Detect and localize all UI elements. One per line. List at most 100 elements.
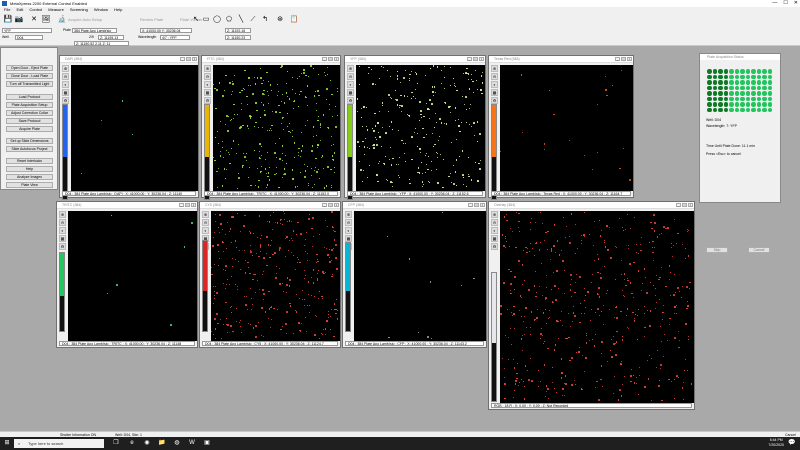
plate-well[interactable] bbox=[723, 80, 728, 85]
zoom-out-icon[interactable]: ⊖ bbox=[491, 73, 498, 80]
plate-well[interactable] bbox=[707, 91, 712, 96]
plate-well[interactable] bbox=[756, 91, 761, 96]
acquire-plate-button[interactable]: Acquire Plate bbox=[6, 126, 53, 132]
zoom-in-icon[interactable]: ⊕ bbox=[202, 211, 209, 218]
plate-well[interactable] bbox=[745, 102, 750, 107]
lut-slider[interactable] bbox=[204, 104, 210, 200]
transmitted-light-button[interactable]: Turn off Transmitted Light bbox=[6, 81, 53, 87]
plate-well[interactable] bbox=[767, 102, 772, 107]
plate-well[interactable] bbox=[712, 91, 717, 96]
plate-well[interactable] bbox=[751, 107, 756, 112]
image-canvas[interactable] bbox=[500, 65, 633, 191]
image-window[interactable]: YFP (384) _ □ × ⊕ ⊖ ◐ ▦ ⚙ D04 : 384 Plate Apo Lam… bbox=[344, 55, 486, 200]
reset-interlocks-button[interactable]: Reset Interlocks bbox=[6, 158, 53, 164]
plate-view-button[interactable]: Plate View bbox=[6, 182, 53, 188]
image-window[interactable]: Overlay (384) _ □ × ⊕ ⊖ ◐ ▦ ⚙ RGB : 18 R : X: 0.0… bbox=[488, 201, 695, 410]
plate-well[interactable] bbox=[756, 96, 761, 101]
lut-slider[interactable] bbox=[347, 104, 353, 200]
plate-well[interactable] bbox=[729, 91, 734, 96]
zoom-in-icon[interactable]: ⊕ bbox=[491, 65, 498, 72]
plate-well[interactable] bbox=[729, 69, 734, 74]
load-protocol-button[interactable]: Load Protocol bbox=[6, 94, 53, 100]
color-icon[interactable]: ◐ bbox=[347, 81, 354, 88]
analyze-images-button[interactable]: Analyze Images bbox=[6, 174, 53, 180]
plate-well[interactable] bbox=[707, 85, 712, 90]
chrome-icon[interactable]: ◍ bbox=[173, 439, 181, 447]
lut-slider[interactable] bbox=[62, 104, 68, 200]
display-icon[interactable]: ⚙ bbox=[204, 97, 211, 104]
plate-well[interactable] bbox=[723, 91, 728, 96]
plate-well[interactable] bbox=[740, 80, 745, 85]
zoom-in-icon[interactable]: ⊕ bbox=[204, 65, 211, 72]
color-icon[interactable]: ◐ bbox=[491, 81, 498, 88]
plate-well[interactable] bbox=[740, 85, 745, 90]
plate-well[interactable] bbox=[718, 91, 723, 96]
plate-well[interactable] bbox=[712, 80, 717, 85]
image-window-title[interactable]: Texas Red (384) bbox=[489, 56, 633, 63]
task-view-icon[interactable]: ❐ bbox=[112, 439, 120, 447]
minimize-icon[interactable]: _ bbox=[322, 203, 327, 207]
color-icon[interactable]: ◐ bbox=[491, 227, 498, 234]
image-canvas[interactable] bbox=[68, 211, 197, 341]
plate-well[interactable] bbox=[718, 74, 723, 79]
plate-well[interactable] bbox=[723, 96, 728, 101]
plate-well[interactable] bbox=[723, 69, 728, 74]
plate-well[interactable] bbox=[767, 85, 772, 90]
slide-dimensions-button[interactable]: Set up Slide Dimensions bbox=[6, 138, 53, 144]
notifications-icon[interactable]: 💬 bbox=[788, 439, 796, 447]
open-door-button[interactable]: Open Door - Eject Plate bbox=[6, 65, 53, 71]
display-icon[interactable]: ⚙ bbox=[491, 97, 498, 104]
close-icon[interactable]: × bbox=[191, 203, 196, 207]
minimize-icon[interactable]: _ bbox=[179, 203, 184, 207]
region-icon[interactable]: ⊛ bbox=[276, 15, 284, 24]
zoom-in-icon[interactable]: ⊕ bbox=[62, 65, 69, 72]
minimize-icon[interactable]: _ bbox=[322, 57, 327, 61]
zoom-in-icon[interactable]: ⊕ bbox=[59, 211, 66, 218]
plate-well[interactable] bbox=[734, 102, 739, 107]
plate-well[interactable] bbox=[734, 69, 739, 74]
display-icon[interactable]: ⚙ bbox=[62, 97, 69, 104]
plate-well[interactable] bbox=[734, 74, 739, 79]
plate-well[interactable] bbox=[712, 74, 717, 79]
color-icon[interactable]: ◐ bbox=[345, 227, 352, 234]
maximize-icon[interactable]: □ bbox=[328, 203, 333, 207]
plate-well[interactable] bbox=[751, 91, 756, 96]
plate-well[interactable] bbox=[767, 96, 772, 101]
minimize-icon[interactable]: _ bbox=[615, 57, 620, 61]
plate-well[interactable] bbox=[762, 85, 767, 90]
image-canvas[interactable] bbox=[356, 65, 485, 191]
graphics-icon[interactable]: ▦ bbox=[59, 235, 66, 242]
cancel-button[interactable]: Cancel bbox=[748, 247, 770, 253]
edge-browser-icon[interactable]: ◉ bbox=[143, 439, 151, 447]
plate-well[interactable] bbox=[740, 74, 745, 79]
curve-icon[interactable]: ↰ bbox=[261, 15, 269, 24]
image-window[interactable]: Texas Red (384) _ □ × ⊕ ⊖ ◐ ▦ ⚙ D04 : 384 Plate A… bbox=[488, 55, 634, 200]
zoom-out-icon[interactable]: ⊖ bbox=[347, 73, 354, 80]
plate-well[interactable] bbox=[767, 91, 772, 96]
lut-slider[interactable] bbox=[202, 240, 208, 332]
plate-well[interactable] bbox=[751, 74, 756, 79]
maximize-icon[interactable]: □ bbox=[621, 57, 626, 61]
image-window-title[interactable]: FITC (384) bbox=[202, 56, 340, 63]
graphics-icon[interactable]: ▦ bbox=[347, 89, 354, 96]
plate-well[interactable] bbox=[707, 96, 712, 101]
plate-well[interactable] bbox=[767, 69, 772, 74]
display-icon[interactable]: ⚙ bbox=[347, 97, 354, 104]
plate-well[interactable] bbox=[745, 107, 750, 112]
plate-well[interactable] bbox=[718, 96, 723, 101]
plate-well[interactable] bbox=[751, 80, 756, 85]
plate-well[interactable] bbox=[767, 80, 772, 85]
metaxpress-task-icon[interactable]: ▣ bbox=[203, 439, 211, 447]
stop-icon[interactable]: ✕ bbox=[30, 15, 38, 24]
close-icon[interactable]: × bbox=[688, 203, 693, 207]
close-icon[interactable]: × bbox=[334, 203, 339, 207]
skip-button[interactable]: Skip bbox=[706, 247, 728, 253]
plate-well[interactable] bbox=[729, 107, 734, 112]
image-window[interactable]: DAPI (384) _ □ × ⊕ ⊖ ◐ ▦ ⚙ D04 : 384 Plate Apo La… bbox=[59, 55, 199, 200]
plate-well[interactable] bbox=[729, 96, 734, 101]
plate-well[interactable] bbox=[707, 74, 712, 79]
plate-well[interactable] bbox=[707, 69, 712, 74]
lut-slider[interactable] bbox=[491, 272, 497, 402]
rectangle-icon[interactable]: ▭ bbox=[202, 15, 210, 24]
acquire-icon[interactable]: 🖼 bbox=[42, 15, 51, 24]
